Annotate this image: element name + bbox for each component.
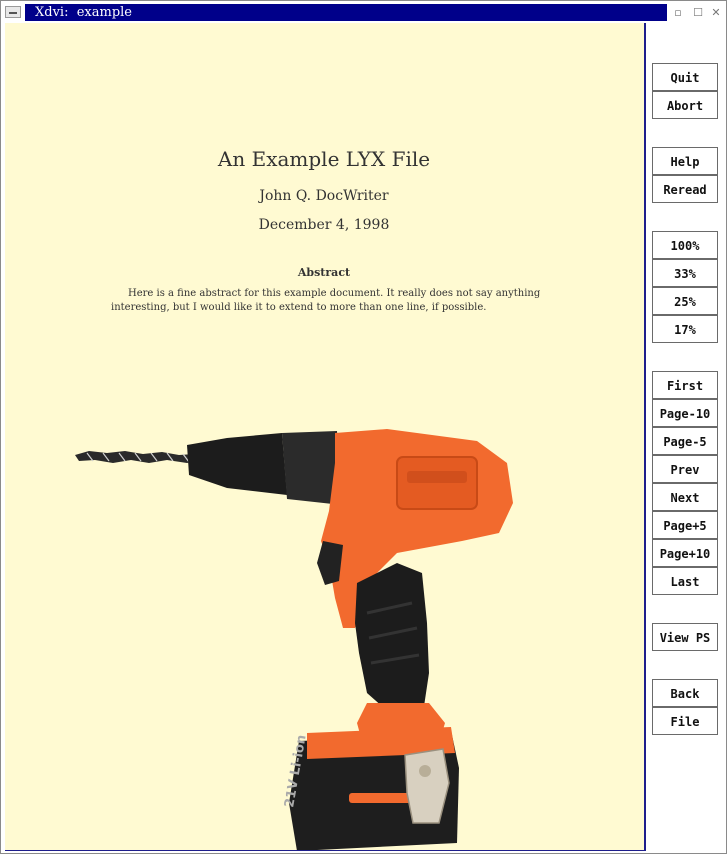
iconify-icon[interactable]: ▫ — [672, 7, 684, 18]
abort-button[interactable]: Abort — [652, 91, 718, 119]
close-icon[interactable]: ✕ — [710, 7, 722, 18]
zoom-17-button[interactable]: 17% — [652, 315, 718, 343]
abstract-heading: Abstract — [297, 266, 351, 279]
dvi-page-viewport[interactable]: An Example LYX File John Q. DocWriter De… — [5, 23, 646, 851]
abstract-text: Here is a fine abstract for this example… — [111, 287, 551, 315]
page-minus-10-button[interactable]: Page-10 — [652, 399, 718, 427]
drill-chuck — [187, 433, 287, 495]
view-ps-button[interactable]: View PS — [652, 623, 718, 651]
file-button[interactable]: File — [652, 707, 718, 735]
document-author: John Q. DocWriter — [259, 188, 389, 204]
zoom-33-button[interactable]: 33% — [652, 259, 718, 287]
next-page-button[interactable]: Next — [652, 483, 718, 511]
window-title: Xdvi: example — [35, 5, 132, 20]
drill-trigger — [317, 541, 343, 585]
back-button[interactable]: Back — [652, 679, 718, 707]
command-panel: Quit Abort Help Reread 100% 33% 25% 17% … — [648, 23, 724, 851]
reread-button[interactable]: Reread — [652, 175, 718, 203]
page-plus-10-button[interactable]: Page+10 — [652, 539, 718, 567]
xdvi-window: Xdvi: example ▫ ☐ ✕ An Example LYX File … — [0, 0, 727, 854]
abstract-line-2: interesting, but I would like it to exte… — [111, 302, 487, 313]
help-button[interactable]: Help — [652, 147, 718, 175]
window-menu-icon[interactable] — [5, 6, 21, 18]
document-title: An Example LYX File — [217, 147, 431, 171]
drill-grip — [355, 563, 429, 715]
last-page-button[interactable]: Last — [652, 567, 718, 595]
prev-page-button[interactable]: Prev — [652, 455, 718, 483]
first-page-button[interactable]: First — [652, 371, 718, 399]
title-bar-fill: Xdvi: example — [25, 4, 667, 21]
zoom-25-button[interactable]: 25% — [652, 287, 718, 315]
abstract-line-1: Here is a fine abstract for this example… — [128, 288, 541, 299]
title-bar[interactable]: Xdvi: example ▫ ☐ ✕ — [3, 4, 724, 21]
page-plus-5-button[interactable]: Page+5 — [652, 511, 718, 539]
drill-image: 21V Li-ion — [75, 429, 513, 850]
quit-button[interactable]: Quit — [652, 63, 718, 91]
page-minus-5-button[interactable]: Page-5 — [652, 427, 718, 455]
zoom-100-button[interactable]: 100% — [652, 231, 718, 259]
maximize-icon[interactable]: ☐ — [692, 7, 704, 18]
document-date: December 4, 1998 — [258, 217, 390, 233]
